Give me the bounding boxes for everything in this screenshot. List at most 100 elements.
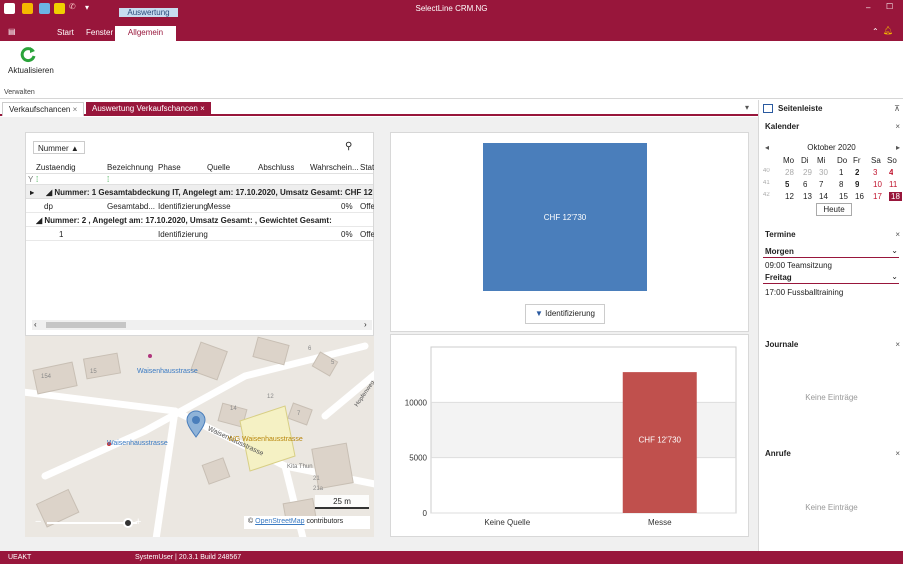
grid-header: Zustaendig Bezeichnung Phase Quelle Absc… — [26, 161, 374, 174]
col-phase[interactable]: Phase — [158, 163, 181, 172]
calendar-day[interactable]: 18 — [889, 192, 902, 201]
collapse-ribbon-icon[interactable]: ⌃ — [872, 27, 879, 36]
calendar-day[interactable]: 17 — [873, 192, 882, 201]
calendar-day[interactable]: 2 — [855, 168, 859, 177]
search-icon[interactable]: ⚲ — [345, 141, 352, 152]
scroll-left-icon[interactable]: ‹ — [34, 320, 37, 329]
data-label: CHF 12'730 — [639, 436, 682, 445]
zoom-in-icon[interactable]: + — [135, 516, 141, 528]
calendar-day[interactable]: 8 — [839, 180, 843, 189]
next-month-icon[interactable]: ▸ — [896, 143, 900, 152]
maximize-icon[interactable]: ☐ — [886, 2, 893, 11]
calendar-day[interactable]: 1 — [839, 168, 843, 177]
sidebar-title: Seitenleiste — [778, 104, 823, 113]
col-zustaendig[interactable]: Zustaendig — [36, 163, 76, 172]
title-bar: ✆ ▾ Auswertung SelectLine CRM.NG ‒ ☐ — [0, 0, 903, 17]
close-icon[interactable]: × — [73, 105, 78, 114]
close-icon[interactable]: × — [895, 340, 900, 349]
col-status[interactable]: Stat — [360, 163, 374, 172]
calendar-day[interactable]: 13 — [803, 192, 812, 201]
bell-icon[interactable]: 🔔︎ — [883, 26, 893, 35]
sidebar-icon — [763, 104, 773, 113]
minimize-icon[interactable]: ‒ — [866, 3, 870, 12]
tab-start[interactable]: Start — [57, 28, 74, 37]
poi-label: WG Waisenhausstrasse — [228, 436, 303, 443]
calendar-day[interactable]: 16 — [855, 192, 864, 201]
calendar-day[interactable]: 29 — [803, 168, 812, 177]
chevron-down-icon[interactable]: ⌄ — [891, 272, 898, 281]
scroll-right-icon[interactable]: › — [364, 320, 367, 329]
zoom-thumb[interactable] — [123, 518, 133, 528]
sort-field-label: Nummer — [38, 144, 69, 153]
group-row[interactable]: ▸ ◢ Nummer: 1 Gesamtabdeckung IT, Angele… — [26, 185, 373, 199]
close-icon[interactable]: × — [895, 122, 900, 131]
col-quelle[interactable]: Quelle — [207, 163, 230, 172]
tab-auswertung[interactable]: Auswertung Verkaufschancen × — [86, 102, 211, 116]
tab-list-dropdown-icon[interactable]: ▾ — [745, 103, 749, 112]
tab-allgemein[interactable]: Allgemein — [115, 26, 176, 41]
termine-item[interactable]: 17:00 Fussballtraining — [765, 288, 843, 297]
termine-day[interactable]: Freitag — [763, 272, 899, 284]
street-label: Waisenhausstrasse — [107, 440, 168, 447]
street-label: Waisenhausstrasse — [137, 368, 198, 375]
scrollbar-thumb[interactable] — [46, 322, 126, 328]
calendar-day[interactable]: 12 — [785, 192, 794, 201]
calendar-day[interactable]: 9 — [855, 180, 859, 189]
close-icon[interactable]: × — [895, 230, 900, 239]
calendar-day[interactable]: 5 — [785, 180, 789, 189]
tab-fenster[interactable]: Fenster — [86, 28, 113, 37]
status-right: SystemUser | 20.3.1 Build 248567 — [135, 554, 242, 561]
close-icon[interactable]: × — [200, 104, 205, 113]
zoom-slider[interactable]: − + — [35, 516, 145, 530]
col-abschluss[interactable]: Abschluss — [258, 163, 294, 172]
calendar-day[interactable]: 30 — [819, 168, 828, 177]
zoom-out-icon[interactable]: − — [35, 516, 41, 528]
col-bezeichnung[interactable]: Bezeichnung — [107, 163, 153, 172]
calendar-day[interactable]: 6 — [803, 180, 807, 189]
cell-status: Offe — [360, 230, 374, 239]
pin-icon[interactable]: ⊼ — [894, 104, 900, 113]
table-row[interactable]: 1 Identifizierung 0% Offe — [26, 227, 374, 241]
calendar-day[interactable]: 7 — [819, 180, 823, 189]
calendar-day[interactable]: 15 — [839, 192, 848, 201]
attribution-prefix: © — [248, 518, 254, 525]
osm-link[interactable]: OpenStreetMap — [255, 518, 304, 525]
filter-button[interactable]: ▼ Identifizierung — [525, 304, 605, 324]
kalender-title: Kalender — [765, 122, 800, 131]
calendar-day[interactable]: 11 — [889, 180, 897, 189]
map[interactable]: Waisenhausstrasse Waisenhausstrasse Wais… — [25, 336, 374, 537]
refresh-button[interactable]: Aktualisieren — [8, 45, 54, 75]
poi-label: Kita Thun — [287, 464, 313, 470]
table-row[interactable]: dp Gesamtabd... Identifizierung Messe 0%… — [26, 199, 374, 213]
close-icon[interactable]: × — [895, 449, 900, 458]
termine-title: Termine — [765, 230, 796, 239]
termine-day[interactable]: Morgen — [763, 246, 899, 258]
data-grid: Nummer ▲ ⚲ Zustaendig Bezeichnung Phase … — [25, 132, 374, 336]
calendar-day[interactable]: 4 — [889, 168, 893, 177]
termine-item[interactable]: 09:00 Teamsitzung — [765, 261, 832, 270]
cell-phase: Identifizierung — [158, 202, 208, 211]
y-tick-label: 0 — [423, 509, 428, 518]
anrufe-empty: Keine Einträge — [805, 503, 858, 512]
treemap-tile[interactable]: CHF 12'730 — [483, 143, 647, 291]
calendar-day[interactable]: 28 — [785, 168, 794, 177]
calendar-day[interactable]: 14 — [819, 192, 828, 201]
tab-verkaufschancen[interactable]: Verkaufschancen × — [2, 102, 85, 116]
calendar-month[interactable]: Oktober 2020 — [759, 143, 903, 152]
expand-icon[interactable]: ▸ — [30, 188, 34, 197]
file-menu-icon[interactable]: ▤ — [8, 27, 16, 36]
location-pin-icon[interactable] — [186, 410, 206, 438]
sort-field-chip[interactable]: Nummer ▲ — [33, 141, 85, 154]
calendar-day[interactable]: 3 — [873, 168, 877, 177]
col-wahrscheinlichkeit[interactable]: Wahrschein... — [310, 163, 358, 172]
today-button[interactable]: Heute — [816, 203, 852, 216]
treemap-label: CHF 12'730 — [543, 213, 587, 222]
weekday-label: Do — [837, 156, 848, 165]
group-row[interactable]: ◢ Nummer: 2 , Angelegt am: 17.10.2020, U… — [26, 213, 373, 227]
cell-zustaendig: dp — [44, 202, 53, 211]
house-number: 6 — [308, 346, 312, 352]
calendar-day[interactable]: 10 — [873, 180, 882, 189]
horizontal-scrollbar[interactable]: ‹ › — [32, 320, 372, 330]
filter-row[interactable]: Y ⁞ ⁞ — [26, 174, 373, 185]
chevron-down-icon[interactable]: ⌄ — [891, 246, 898, 255]
